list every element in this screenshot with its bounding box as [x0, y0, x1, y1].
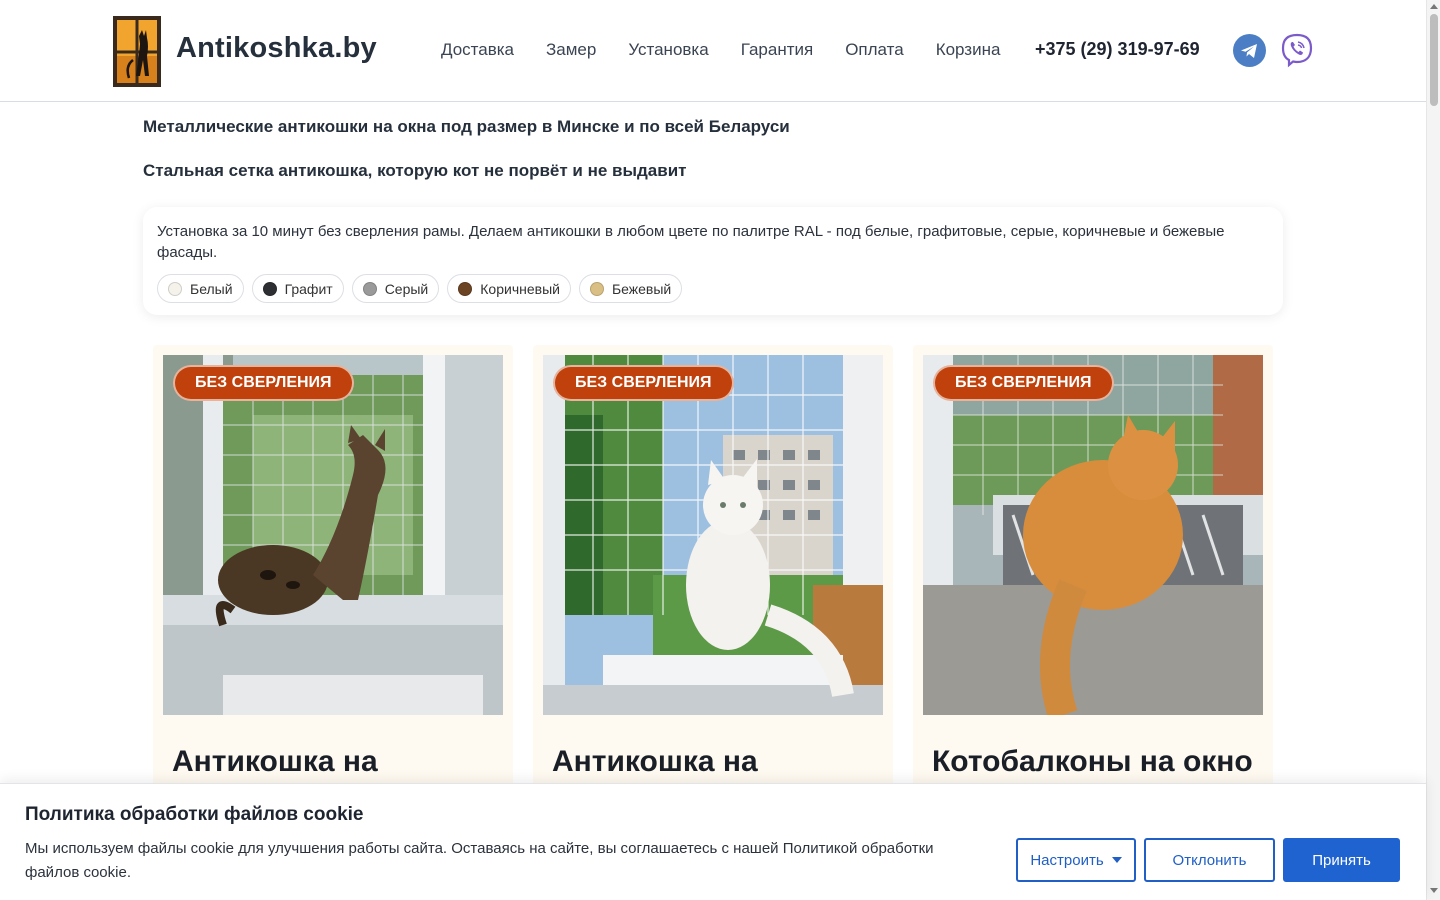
- scroll-down-arrow-icon[interactable]: [1430, 888, 1438, 893]
- chip-label: Коричневый: [480, 280, 560, 297]
- page-subtitle: Стальная сетка антикошка, которую кот не…: [143, 161, 687, 180]
- telegram-icon[interactable]: [1233, 34, 1266, 67]
- page-scrollbar[interactable]: [1426, 0, 1440, 900]
- cat-window-photo: [543, 355, 883, 715]
- color-chip-gray[interactable]: Серый: [351, 274, 440, 303]
- color-chips: Белый Графит Серый Коричневый Бежевый: [157, 274, 1269, 303]
- chip-label: Серый: [384, 280, 429, 297]
- chip-label: Белый: [190, 280, 233, 297]
- product-card[interactable]: БЕЗ СВЕРЛЕНИЯ Антикошка на: [533, 345, 893, 805]
- chip-label: Графит: [284, 280, 333, 297]
- color-chip-white[interactable]: Белый: [157, 274, 244, 303]
- nav-payment[interactable]: Оплата: [845, 40, 903, 60]
- color-chip-brown[interactable]: Коричневый: [447, 274, 571, 303]
- page-title: Металлические антикошки на окна под разм…: [143, 117, 790, 136]
- nav-measure[interactable]: Замер: [546, 40, 596, 60]
- settings-label: Настроить: [1030, 851, 1104, 869]
- product-image[interactable]: [923, 355, 1263, 715]
- logo-window-cat-icon[interactable]: [113, 16, 161, 87]
- caret-down-icon: [1111, 857, 1122, 863]
- cookie-title: Политика обработки файлов cookie: [25, 804, 364, 825]
- product-card[interactable]: БЕЗ СВЕРЛЕНИЯ Антикошка на: [153, 345, 513, 805]
- product-image[interactable]: [163, 355, 503, 715]
- color-dot: [458, 281, 473, 296]
- site-header: Antikoshka.by Доставка Замер Установка Г…: [0, 0, 1426, 102]
- viber-icon[interactable]: [1279, 32, 1315, 68]
- cat-window-photo: [923, 355, 1263, 715]
- product-title[interactable]: Антикошка на: [172, 745, 378, 779]
- nav-delivery[interactable]: Доставка: [441, 40, 514, 60]
- main-nav: Доставка Замер Установка Гарантия Оплата…: [441, 40, 1032, 60]
- product-card[interactable]: БЕЗ СВЕРЛЕНИЯ Котобалконы на окно: [913, 345, 1273, 805]
- chip-label: Бежевый: [611, 280, 672, 297]
- color-dot: [168, 281, 182, 296]
- product-title[interactable]: Котобалконы на окно: [932, 745, 1253, 779]
- info-card: Установка за 10 минут без сверления рамы…: [143, 207, 1283, 315]
- cookie-accept-button[interactable]: Принять: [1283, 838, 1400, 882]
- brand-name[interactable]: Antikoshka.by: [176, 32, 377, 65]
- cookie-decline-button[interactable]: Отклонить: [1144, 838, 1275, 882]
- color-chip-graphite[interactable]: Графит: [251, 274, 344, 303]
- cookie-banner: Политика обработки файлов cookie Мы испо…: [0, 783, 1426, 900]
- no-drilling-badge: БЕЗ СВЕРЛЕНИЯ: [173, 365, 354, 401]
- nav-warranty[interactable]: Гарантия: [741, 40, 814, 60]
- scroll-up-arrow-icon[interactable]: [1430, 4, 1438, 9]
- color-dot: [262, 281, 277, 296]
- info-text: Установка за 10 минут без сверления рамы…: [157, 223, 1225, 261]
- nav-cart[interactable]: Корзина: [936, 40, 1001, 60]
- no-drilling-badge: БЕЗ СВЕРЛЕНИЯ: [553, 365, 734, 401]
- color-dot: [362, 281, 377, 296]
- cookie-settings-button[interactable]: Настроить: [1016, 838, 1136, 882]
- cat-window-photo: [163, 355, 503, 715]
- phone-link[interactable]: +375 (29) 319-97-69: [1035, 39, 1200, 60]
- product-title[interactable]: Антикошка на: [552, 745, 758, 779]
- color-chip-beige[interactable]: Бежевый: [578, 274, 683, 303]
- cookie-text: Мы используем файлы cookie для улучшения…: [25, 840, 934, 881]
- product-image[interactable]: [543, 355, 883, 715]
- no-drilling-badge: БЕЗ СВЕРЛЕНИЯ: [933, 365, 1114, 401]
- nav-installation[interactable]: Установка: [628, 40, 708, 60]
- color-dot: [589, 281, 604, 296]
- scroll-thumb[interactable]: [1430, 14, 1438, 106]
